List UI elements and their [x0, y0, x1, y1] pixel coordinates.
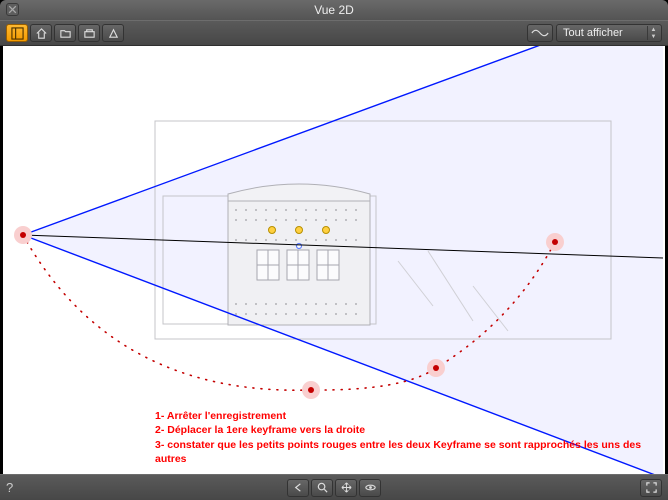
shape-button[interactable]: [102, 24, 124, 42]
stepper-up-icon: ▲: [648, 26, 659, 33]
pan-button[interactable]: [335, 479, 357, 497]
light-marker: [323, 227, 330, 234]
orbit-button[interactable]: [359, 479, 381, 497]
help-button[interactable]: ?: [6, 480, 26, 495]
animation-curve-button[interactable]: [527, 24, 553, 42]
dropdown-stepper[interactable]: ▲ ▼: [647, 26, 659, 40]
close-button[interactable]: [6, 3, 19, 16]
folder-button[interactable]: [54, 24, 76, 42]
home-view-button[interactable]: [30, 24, 52, 42]
display-filter-dropdown[interactable]: Tout afficher ▲ ▼: [556, 24, 662, 42]
dropdown-label: Tout afficher: [563, 27, 623, 39]
light-marker: [296, 227, 303, 234]
stepper-down-icon: ▼: [648, 33, 659, 40]
keyframe-4[interactable]: [546, 233, 564, 251]
center-marker: [297, 244, 302, 249]
top-toolbar: Tout afficher ▲ ▼: [0, 20, 668, 46]
annotation-overlay: 1- Arrêter l'enregistrement 2- Déplacer …: [155, 409, 665, 466]
zoom-button[interactable]: [311, 479, 333, 497]
view-mode-group: [6, 24, 124, 42]
undo-nav-button[interactable]: [287, 479, 309, 497]
keyframe-2[interactable]: [302, 381, 320, 399]
fit-view-button[interactable]: [640, 479, 662, 497]
bottom-toolbar: ?: [0, 474, 668, 500]
building: [228, 184, 370, 325]
keyframe-3[interactable]: [427, 359, 445, 377]
nav-tool-group: [287, 479, 381, 497]
panels-view-button[interactable]: [6, 24, 28, 42]
annot-line: 3- constater que les petits points rouge…: [155, 438, 665, 466]
keyframe-1[interactable]: [14, 226, 32, 244]
window-title: Vue 2D: [314, 3, 354, 17]
annot-line: 1- Arrêter l'enregistrement: [155, 409, 665, 423]
box-button[interactable]: [78, 24, 100, 42]
light-marker: [269, 227, 276, 234]
annot-line: 2- Déplacer la 1ere keyframe vers la dro…: [155, 423, 665, 437]
titlebar: Vue 2D: [0, 0, 668, 20]
viewport-2d[interactable]: 1- Arrêter l'enregistrement 2- Déplacer …: [3, 46, 665, 474]
